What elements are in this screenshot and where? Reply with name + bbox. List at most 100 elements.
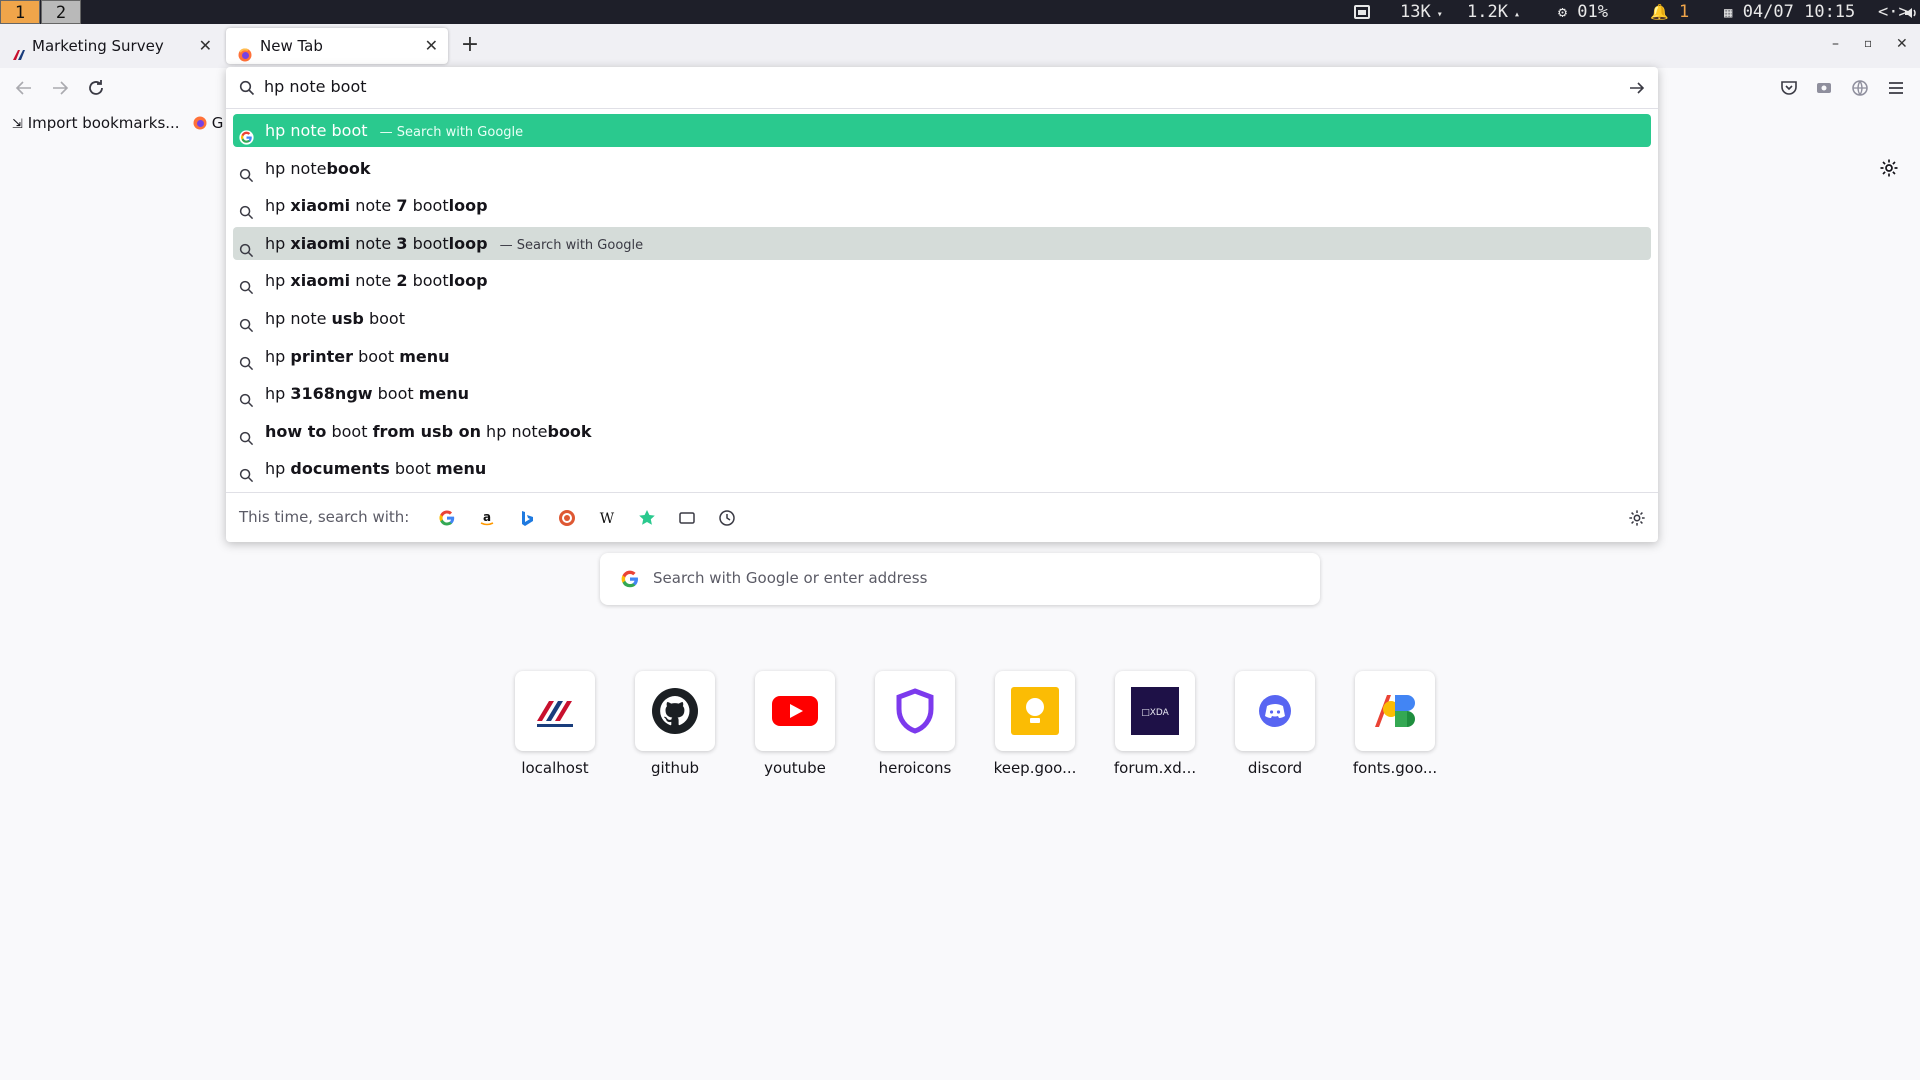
notification-indicator[interactable]: 🔔 1 [1650, 0, 1689, 24]
menu-button[interactable] [1884, 76, 1908, 100]
newtab-search-input[interactable]: Search with Google or enter address [600, 553, 1320, 605]
suggestion-text: hp notebook [265, 158, 371, 178]
minimize-icon[interactable]: – [1832, 36, 1839, 52]
suggestion-action-label: — Search with Google [495, 237, 644, 253]
top-site-label: heroicons [878, 759, 952, 777]
suggestion-text: hp xiaomi note 2 bootloop [265, 271, 488, 291]
top-site-tile[interactable]: localhost [495, 671, 615, 777]
suggestion-text: hp xiaomi note 7 bootloop [265, 196, 488, 216]
workspace-1-button[interactable]: 1 [0, 0, 40, 24]
suggestion-text: how to boot from usb on hp notebook [265, 421, 592, 441]
urlbar-text[interactable]: hp note boot [264, 77, 367, 96]
bookmark-item[interactable]: G [193, 114, 223, 132]
top-site-tile[interactable]: github [615, 671, 735, 777]
arrow-right-icon [53, 81, 69, 95]
close-window-icon[interactable]: ✕ [1896, 36, 1908, 52]
pocket-button[interactable] [1777, 76, 1801, 100]
suggestion-row[interactable]: hp notebook [233, 152, 1651, 185]
wikipedia-engine-icon[interactable]: W [598, 509, 616, 527]
suggestion-row[interactable]: hp 3168ngw boot menu [233, 377, 1651, 410]
hamburger-menu-icon [1889, 82, 1903, 94]
suggestion-text: hp note usb boot [265, 309, 405, 328]
extension-button[interactable] [1812, 76, 1836, 100]
google-fonts-logo-icon [1355, 671, 1435, 751]
workspace-2-button[interactable]: 2 [41, 0, 81, 24]
download-speed: 13K ▾ [1400, 2, 1443, 22]
bookmarks-star-icon[interactable] [638, 509, 656, 527]
suggestion-text: hp xiaomi note 3 bootloop — Search with … [265, 233, 644, 253]
suggestion-row[interactable]: hp printer boot menu [233, 340, 1651, 373]
urlbar-input[interactable]: hp note boot [226, 67, 1658, 109]
youtube-logo-icon [755, 671, 835, 751]
history-clock-icon[interactable] [718, 509, 736, 527]
search-icon [239, 461, 254, 494]
github-logo-icon [635, 671, 715, 751]
suggestion-row[interactable]: hp xiaomi note 2 bootloop [233, 264, 1651, 297]
restore-icon[interactable]: ▫ [1864, 36, 1872, 50]
site-logo-icon [12, 39, 26, 60]
tab-marketing-survey[interactable]: Marketing Survey ✕ [0, 28, 222, 64]
forward-button[interactable] [48, 76, 72, 100]
top-site-tile[interactable]: □XDA forum.xd... [1095, 671, 1215, 777]
localhost-logo-icon [515, 671, 595, 751]
top-site-label: keep.goo... [993, 759, 1077, 777]
discord-logo-icon [1235, 671, 1315, 751]
search-settings-gear-icon[interactable] [1628, 509, 1646, 531]
translate-button[interactable] [1848, 76, 1872, 100]
clock[interactable]: ▦ 04/07 10:15 [1724, 0, 1855, 24]
one-off-search-bar: This time, search with: a W [226, 492, 1658, 542]
firefox-icon [193, 116, 207, 130]
suggestion-text: hp documents boot menu [265, 459, 487, 479]
suggestion-text: hp 3168ngw boot menu [265, 384, 470, 404]
cpu-icon: ⚙ [1558, 3, 1568, 21]
reload-button[interactable] [84, 76, 108, 100]
system-bar: 1 2 13K ▾ 1.2K ▴ ⚙ 01% 🔔 1 ▦ 04/07 10:15… [0, 0, 1920, 24]
calendar-icon: ▦ [1724, 5, 1733, 21]
duckduckgo-engine-icon[interactable] [558, 509, 576, 527]
arrow-up-icon: ▴ [1507, 9, 1520, 20]
personalize-gear-icon[interactable] [1879, 158, 1899, 182]
top-site-label: localhost [521, 759, 589, 777]
svg-text:a: a [483, 510, 491, 524]
volume-icon[interactable] [1904, 0, 1918, 24]
back-button[interactable] [12, 76, 36, 100]
search-icon [239, 80, 255, 100]
bing-engine-icon[interactable] [518, 509, 536, 527]
suggestion-action-label: — Search with Google [375, 125, 524, 140]
globe-icon [1852, 80, 1868, 96]
close-tab-icon[interactable]: ✕ [425, 28, 438, 64]
suggestion-row[interactable]: hp documents boot menu [233, 452, 1651, 485]
top-site-tile[interactable]: keep.goo... [975, 671, 1095, 777]
screenshot-icon[interactable] [1354, 0, 1370, 24]
suggestion-row[interactable]: how to boot from usb on hp notebook [233, 415, 1651, 448]
import-bookmarks-link[interactable]: ⇲ Import bookmarks... [12, 114, 180, 132]
go-arrow-icon[interactable] [1628, 79, 1646, 101]
top-site-tile[interactable]: discord [1215, 671, 1335, 777]
suggestion-row[interactable]: hp xiaomi note 3 bootloop — Search with … [233, 226, 1651, 260]
arrow-down-icon: ▾ [1430, 9, 1443, 20]
pocket-icon [1781, 81, 1797, 95]
keep-logo-icon [995, 671, 1075, 751]
top-site-tile[interactable]: heroicons [855, 671, 975, 777]
tabs-icon[interactable] [678, 509, 696, 527]
import-icon: ⇲ [12, 117, 23, 132]
amazon-engine-icon[interactable]: a [478, 509, 496, 527]
svg-text:□XDA: □XDA [1141, 708, 1169, 718]
suggestion-row[interactable]: hp note usb boot [233, 302, 1651, 335]
top-site-tile[interactable]: fonts.goo... [1335, 671, 1455, 777]
tab-new-tab[interactable]: New Tab ✕ [226, 28, 448, 64]
google-engine-icon[interactable] [438, 509, 456, 527]
new-tab-button[interactable]: + [458, 34, 482, 58]
bell-icon: 🔔 [1650, 3, 1669, 21]
suggestion-row[interactable]: hp note boot — Search with Google [233, 114, 1651, 147]
google-icon [620, 569, 640, 593]
top-site-tile[interactable]: youtube [735, 671, 855, 777]
suggestion-row[interactable]: hp xiaomi note 7 bootloop [233, 189, 1651, 222]
tab-strip: Marketing Survey ✕ New Tab ✕ + – ▫ ✕ [0, 24, 1920, 68]
close-tab-icon[interactable]: ✕ [199, 28, 212, 64]
shield-logo-icon [875, 671, 955, 751]
arrow-left-icon [15, 81, 31, 95]
tab-title: New Tab [260, 37, 323, 55]
firefox-icon [238, 39, 252, 62]
cpu-usage: ⚙ 01% [1558, 2, 1608, 22]
